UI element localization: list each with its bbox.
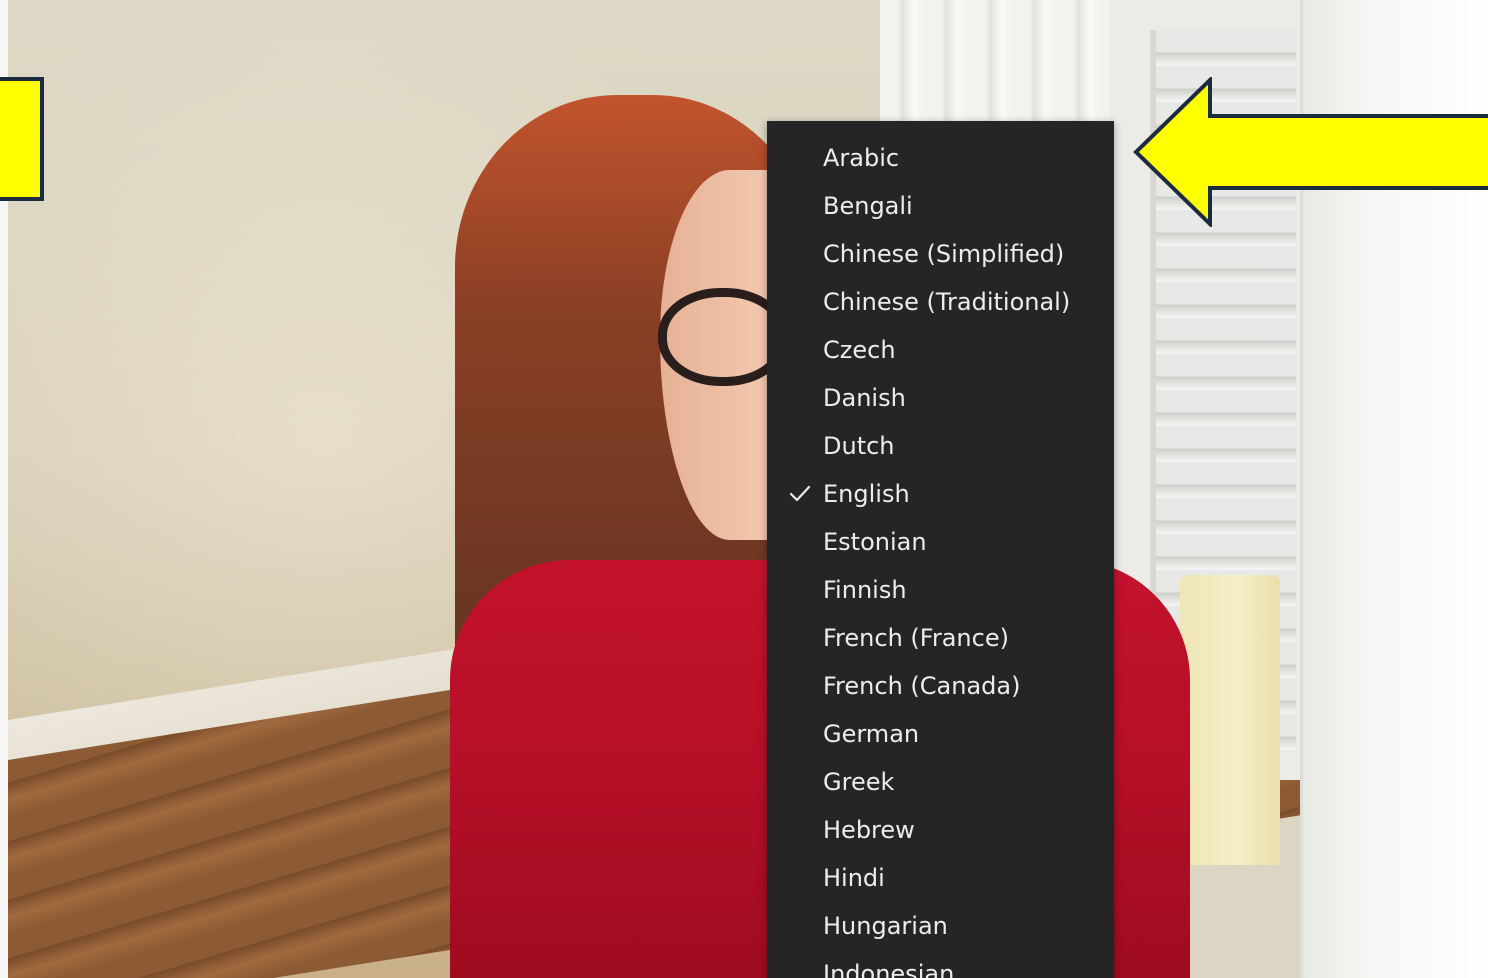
menu-item-label: Hungarian: [823, 912, 948, 940]
menu-item-label: Dutch: [823, 432, 895, 460]
menu-item-hungarian[interactable]: Hungarian: [767, 902, 1114, 950]
menu-item-indonesian[interactable]: Indonesian: [767, 950, 1114, 978]
menu-item-label: Greek: [823, 768, 895, 796]
menu-item-label: Finnish: [823, 576, 907, 604]
menu-item-french-france[interactable]: French (France): [767, 614, 1114, 662]
menu-item-label: Czech: [823, 336, 896, 364]
menu-item-label: Indonesian: [823, 960, 955, 978]
menu-item-chinese-traditional[interactable]: Chinese (Traditional): [767, 278, 1114, 326]
menu-item-label: Chinese (Traditional): [823, 288, 1071, 316]
menu-item-chinese-simplified[interactable]: Chinese (Simplified): [767, 230, 1114, 278]
menu-item-label: Chinese (Simplified): [823, 240, 1065, 268]
menu-item-label: German: [823, 720, 920, 748]
menu-item-estonian[interactable]: Estonian: [767, 518, 1114, 566]
menu-item-label: Arabic: [823, 144, 900, 172]
menu-item-german[interactable]: German: [767, 710, 1114, 758]
menu-item-greek[interactable]: Greek: [767, 758, 1114, 806]
menu-item-french-canada[interactable]: French (Canada): [767, 662, 1114, 710]
menu-item-hindi[interactable]: Hindi: [767, 854, 1114, 902]
menu-item-arabic[interactable]: Arabic: [767, 134, 1114, 182]
menu-item-label: Danish: [823, 384, 906, 412]
menu-item-label: Hebrew: [823, 816, 915, 844]
menu-item-dutch[interactable]: Dutch: [767, 422, 1114, 470]
menu-item-label: Estonian: [823, 528, 927, 556]
highlight-box: [0, 77, 44, 201]
language-dropdown-menu: Arabic Bengali Chinese (Simplified) Chinese…: [767, 121, 1114, 978]
menu-item-label: English: [823, 480, 910, 508]
menu-item-label: French (France): [823, 624, 1009, 652]
menu-item-label: Bengali: [823, 192, 913, 220]
menu-item-czech[interactable]: Czech: [767, 326, 1114, 374]
menu-item-danish[interactable]: Danish: [767, 374, 1114, 422]
menu-item-hebrew[interactable]: Hebrew: [767, 806, 1114, 854]
cabinet: [1180, 575, 1280, 865]
menu-item-bengali[interactable]: Bengali: [767, 182, 1114, 230]
check-icon: [786, 470, 814, 518]
menu-item-label: French (Canada): [823, 672, 1021, 700]
menu-item-finnish[interactable]: Finnish: [767, 566, 1114, 614]
menu-item-english[interactable]: English: [767, 470, 1114, 518]
menu-item-label: Hindi: [823, 864, 885, 892]
arrow-left-icon: [1133, 77, 1488, 227]
